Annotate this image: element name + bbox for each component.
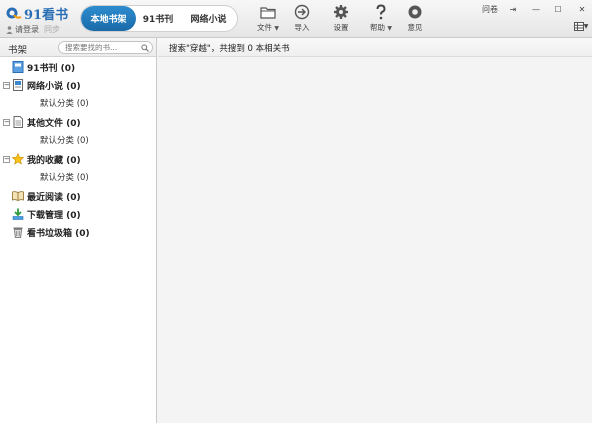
search-result-text: 搜索"穿越"，共搜到 0 本相关书 <box>169 44 290 54</box>
chevron-down-icon: ▼ <box>387 25 392 32</box>
tree-label: 我的收藏 (0) <box>27 155 81 166</box>
tree-label: 其他文件 (0) <box>27 118 81 129</box>
tree-subitem-default-category[interactable]: 默认分类 (0) <box>0 168 156 186</box>
logo-icon <box>6 7 22 19</box>
tab-web-novel[interactable]: 网络小说 <box>180 6 237 31</box>
search-result-bar: 搜索"穿越"，共搜到 0 本相关书 <box>158 38 592 57</box>
book-list-area <box>158 57 592 423</box>
question-icon <box>376 4 386 20</box>
top-bar: 91看书 请登录 同步 本地书架 91书刊 网络小说 文件 ▼ 导入 设置 帮助… <box>0 0 592 38</box>
file-label: 文件 <box>256 23 272 32</box>
tree-sublabel: 默认分类 (0) <box>40 136 89 146</box>
settings-button[interactable]: 设置 <box>324 4 358 34</box>
tree-label: 最近阅读 (0) <box>27 192 81 203</box>
tree-label: 下载管理 (0) <box>27 210 81 221</box>
novel-icon <box>13 79 23 91</box>
open-book-icon <box>12 191 24 201</box>
person-icon <box>6 25 13 34</box>
tab-local-shelf[interactable]: 本地书架 <box>81 6 136 31</box>
tree-item-91-magazine[interactable]: 91书刊 (0) <box>0 58 156 76</box>
nav-tabs: 本地书架 91书刊 网络小说 <box>80 5 238 32</box>
magazine-icon <box>12 61 24 73</box>
file-button[interactable]: 文件 ▼ <box>251 4 285 34</box>
tree-item-recent-reading[interactable]: 最近阅读 (0) <box>0 187 156 205</box>
sync-link[interactable]: 同步 <box>44 24 60 35</box>
sidebar-title: 书架 <box>8 45 28 56</box>
star-icon <box>12 153 24 165</box>
app-logo: 91看书 <box>5 4 69 23</box>
collapse-toggle[interactable]: − <box>3 155 10 163</box>
import-button[interactable]: 导入 <box>285 4 319 34</box>
questionnaire-link[interactable]: 问卷 <box>480 3 500 15</box>
import-icon <box>294 4 310 20</box>
help-button[interactable]: 帮助 ▼ <box>364 4 398 34</box>
search-icon[interactable] <box>141 43 149 52</box>
help-label: 帮助 <box>369 23 385 32</box>
tree-item-web-novel[interactable]: − 网络小说 (0) <box>0 76 156 94</box>
logo-text: 91看书 <box>24 7 69 23</box>
tree-subitem-default-category[interactable]: 默认分类 (0) <box>0 94 156 112</box>
tree-subitem-default-category[interactable]: 默认分类 (0) <box>0 131 156 149</box>
import-label: 导入 <box>294 23 310 32</box>
tree-label: 网络小说 (0) <box>27 81 81 92</box>
main-panel: 搜索"穿越"，共搜到 0 本相关书 <box>158 38 592 423</box>
trash-icon <box>13 227 23 238</box>
close-button[interactable]: ✕ <box>576 3 588 15</box>
tree-sublabel: 默认分类 (0) <box>40 173 89 183</box>
document-icon <box>13 116 23 128</box>
tree-item-favorites[interactable]: − 我的收藏 (0) <box>0 150 156 168</box>
tree-item-trash[interactable]: 看书垃圾箱 (0) <box>0 223 156 241</box>
tree-label: 91书刊 (0) <box>27 63 76 74</box>
tree-item-download-manager[interactable]: 下载管理 (0) <box>0 205 156 223</box>
tab-91-magazine[interactable]: 91书刊 <box>136 6 180 31</box>
minimize-button[interactable]: — <box>530 3 542 15</box>
search-input[interactable] <box>59 42 141 53</box>
login-link[interactable]: 请登录 <box>15 24 39 35</box>
sidebar-header: 书架 <box>0 38 156 57</box>
tree-label: 看书垃圾箱 (0) <box>27 228 90 239</box>
view-menu-button[interactable]: ▼ <box>572 20 590 32</box>
shelf-search <box>58 41 153 54</box>
download-icon <box>12 208 24 220</box>
chevron-down-icon: ▼ <box>583 22 589 30</box>
login-row: 请登录 同步 <box>6 24 60 35</box>
feedback-label: 意见 <box>407 23 423 32</box>
tree-sublabel: 默认分类 (0) <box>40 99 89 109</box>
pin-button[interactable]: ⇥ <box>506 3 520 15</box>
collapse-toggle[interactable]: − <box>3 118 10 126</box>
list-view-icon <box>573 21 584 31</box>
settings-label: 设置 <box>333 23 349 32</box>
tree-item-other-files[interactable]: − 其他文件 (0) <box>0 113 156 131</box>
maximize-button[interactable]: ☐ <box>552 3 564 15</box>
collapse-toggle[interactable]: − <box>3 81 10 89</box>
sidebar: 书架 91书刊 (0) − 网络小说 (0) <box>0 38 157 423</box>
gear-icon <box>334 5 348 19</box>
feedback-icon <box>408 5 422 19</box>
feedback-button[interactable]: 意见 <box>398 4 432 34</box>
chevron-down-icon: ▼ <box>274 25 279 32</box>
folder-icon <box>260 7 276 19</box>
